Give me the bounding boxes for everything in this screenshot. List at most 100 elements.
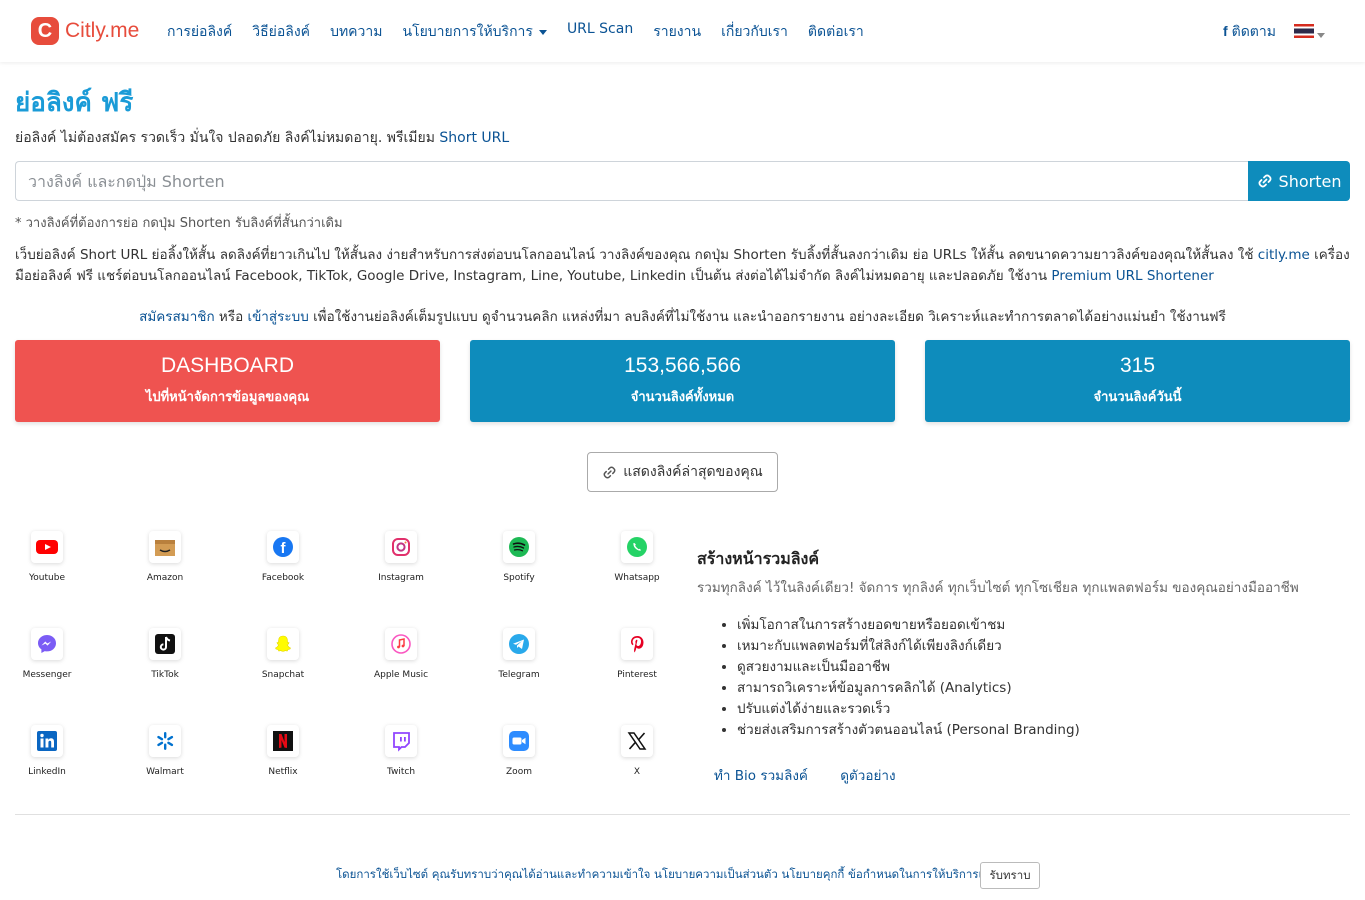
link-icon: [1258, 174, 1271, 188]
dashboard-subtitle: ไปที่หน้าจัดการข้อมูลของคุณ: [145, 390, 310, 405]
platform-whatsapp[interactable]: Whatsapp: [587, 531, 687, 583]
platform-amazon[interactable]: Amazon: [115, 531, 215, 583]
shorten-button[interactable]: Shorten: [1248, 161, 1350, 201]
platform-apple-music[interactable]: Apple Music: [351, 628, 451, 680]
platform-label: Apple Music: [373, 670, 429, 680]
platform-x[interactable]: X: [587, 725, 687, 777]
platform-label: TikTok: [151, 670, 179, 680]
linkedin-icon: [31, 725, 63, 757]
snapchat-icon: [267, 628, 299, 660]
platform-label: Telegram: [498, 670, 540, 680]
shorten-form: Shorten: [15, 161, 1350, 201]
platform-label: Whatsapp: [614, 573, 660, 583]
nav-item-policy-label: นโยบายการให้บริการ: [402, 24, 533, 40]
make-bio-link[interactable]: ทำ Bio รวมลิงค์: [714, 768, 808, 784]
login-link[interactable]: เข้าสู่ระบบ: [247, 309, 308, 325]
signup-link[interactable]: สมัครสมาชิก: [139, 309, 214, 325]
messenger-icon: [31, 628, 63, 660]
platform-label: Youtube: [29, 573, 65, 583]
subtitle-text: ย่อลิงค์ ไม่ต้องสมัคร รวดเร็ว มั่นใจ ปลอ…: [15, 130, 440, 146]
twitch-icon: [385, 725, 417, 757]
pinterest-icon: [621, 628, 653, 660]
dashboard-card[interactable]: DASHBOARD ไปที่หน้าจัดการข้อมูลของคุณ: [15, 340, 440, 422]
view-example-link[interactable]: ดูตัวอย่าง: [840, 768, 895, 784]
platform-walmart[interactable]: Walmart: [115, 725, 215, 777]
navbar: C Citly.me การย่อลิงค์ วิธีย่อลิงค์ บทคว…: [0, 0, 1365, 62]
brand-name: Citly.me: [65, 19, 140, 42]
platform-telegram[interactable]: Telegram: [469, 628, 569, 680]
today-links-value: 315: [1119, 354, 1156, 377]
show-latest-links-button[interactable]: แสดงลิงค์ล่าสุดของคุณ: [587, 452, 778, 492]
zoom-icon: [503, 725, 535, 757]
platform-pinterest[interactable]: Pinterest: [587, 628, 687, 680]
platform-snapchat[interactable]: Snapchat: [233, 628, 333, 680]
dashboard-title: DASHBOARD: [160, 354, 295, 377]
platform-label: Pinterest: [617, 670, 657, 680]
thailand-flag-icon: [1294, 23, 1314, 38]
caret-down-icon: [538, 29, 547, 35]
total-links-card: 153,566,566 จำนวนลิงค์ทั้งหมด: [470, 340, 895, 422]
nav-item-report[interactable]: รายงาน: [653, 21, 701, 43]
follow-link[interactable]: f ติดตาม: [1223, 21, 1276, 43]
facebook-icon: f: [267, 531, 299, 563]
nav-item-url-scan[interactable]: URL Scan: [567, 21, 633, 43]
platform-messenger[interactable]: Messenger: [0, 628, 97, 680]
platform-zoom[interactable]: Zoom: [469, 725, 569, 777]
short-url-link[interactable]: Short URL: [439, 130, 509, 146]
platform-label: LinkedIn: [28, 767, 66, 777]
platform-label: Walmart: [146, 767, 184, 777]
follow-label: ติดตาม: [1231, 24, 1276, 40]
platform-label: Messenger: [22, 670, 72, 680]
link-icon: [603, 466, 616, 478]
platform-tiktok[interactable]: TikTok: [115, 628, 215, 680]
nav-item-policy-dropdown[interactable]: นโยบายการให้บริการ: [403, 21, 547, 43]
bio-feature-list: เพิ่มโอกาสในการสร้างยอดขายหรือยอดเข้าชม …: [737, 613, 1080, 739]
nav-right: f ติดตาม: [1223, 21, 1325, 43]
today-links-label: จำนวนลิงค์วันนี้: [1093, 390, 1182, 405]
language-dropdown[interactable]: [1294, 23, 1325, 42]
today-links-card: 315 จำนวนลิงค์วันนี้: [925, 340, 1350, 422]
platform-label: Zoom: [506, 767, 532, 777]
tiktok-icon: [149, 628, 181, 660]
list-item: สามารถวิเคราะห์ข้อมูลการคลิกได้ (Analyti…: [737, 676, 1080, 697]
total-links-value: 153,566,566: [624, 354, 741, 377]
instagram-icon: [385, 531, 417, 563]
cookie-notice: โดยการใช้เว็บไซต์ คุณรับทราบว่าคุณได้อ่า…: [336, 867, 1000, 881]
cookie-accept-button[interactable]: รับทราบ: [980, 862, 1040, 889]
youtube-icon: [31, 531, 63, 563]
bio-title: สร้างหน้ารวมลิงค์: [697, 549, 820, 568]
logo-mark-icon: C: [31, 17, 59, 45]
platform-label: Snapchat: [261, 670, 305, 680]
bio-description: รวมทุกลิงค์ ไว้ในลิงค์เดียว! จัดการ ทุกล…: [697, 580, 1299, 596]
x-icon: [621, 725, 653, 757]
platform-instagram[interactable]: Instagram: [351, 531, 451, 583]
shorten-button-label: Shorten: [1278, 171, 1342, 191]
brand-logo[interactable]: C Citly.me: [31, 17, 139, 45]
url-input[interactable]: [15, 161, 1248, 201]
premium-shortener-link[interactable]: Premium URL Shortener: [1051, 268, 1213, 284]
site-description: เว็บย่อลิงค์ Short URL ย่อลิ้งให้สั้น ลด…: [15, 245, 1350, 287]
platform-label: Netflix: [268, 767, 298, 777]
platform-twitch[interactable]: Twitch: [351, 725, 451, 777]
nav-item-articles[interactable]: บทความ: [330, 21, 382, 43]
platform-spotify[interactable]: Spotify: [469, 531, 569, 583]
platform-linkedin[interactable]: LinkedIn: [0, 725, 97, 777]
platform-facebook[interactable]: f Facebook: [233, 531, 333, 583]
facebook-icon: f: [1222, 23, 1228, 39]
nav-item-contact[interactable]: ติดต่อเรา: [808, 21, 864, 43]
nav-item-how-to[interactable]: วิธีย่อลิงค์: [252, 21, 310, 43]
register-prompt: สมัครสมาชิก หรือ เข้าสู่ระบบ เพื่อใช้งาน…: [0, 305, 1365, 327]
platform-label: X: [633, 767, 641, 777]
platform-label: Instagram: [378, 573, 424, 583]
list-item: ช่วยส่งเสริมการสร้างตัวตนออนไลน์ (Person…: [737, 718, 1080, 739]
page-title: ย่อลิงค์ ฟรี: [15, 88, 134, 118]
platform-label: Amazon: [146, 573, 184, 583]
platform-youtube[interactable]: Youtube: [0, 531, 97, 583]
platform-netflix[interactable]: Netflix: [233, 725, 333, 777]
nav-item-shorten[interactable]: การย่อลิงค์: [167, 21, 232, 43]
citly-link[interactable]: citly.me: [1258, 247, 1310, 263]
nav-item-about[interactable]: เกี่ยวกับเรา: [721, 21, 788, 43]
caret-down-icon: [1317, 32, 1325, 38]
register-text: เพื่อใช้งานย่อลิงค์เต็มรูปแบบ ดูจำนวนคลิ…: [308, 309, 1226, 325]
whatsapp-icon: [621, 531, 653, 563]
